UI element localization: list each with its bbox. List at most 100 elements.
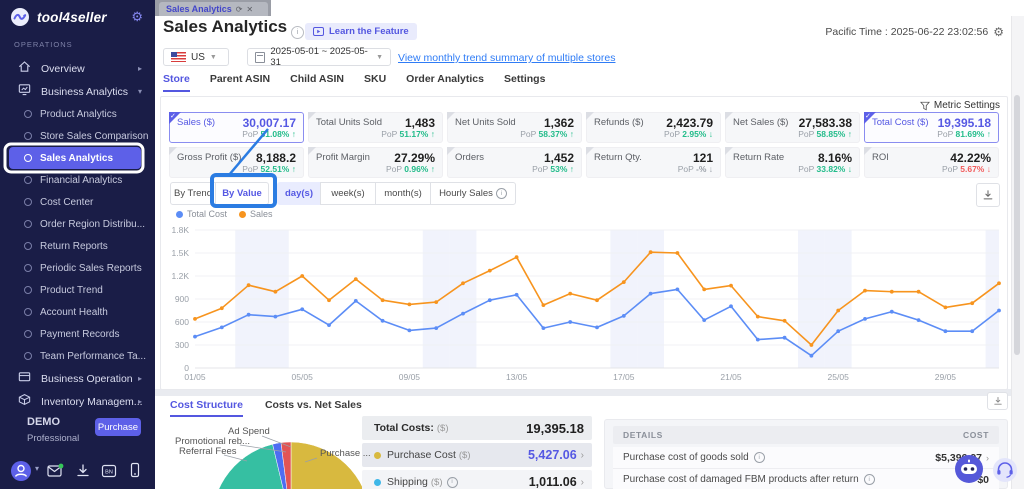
mode-button-by-trend[interactable]: By Trend bbox=[170, 182, 216, 205]
metric-card-net-sales[interactable]: Net Sales ($) 27,583.38 PoP 58.85% ↑ bbox=[725, 112, 860, 143]
data-point[interactable] bbox=[514, 292, 519, 297]
chevron-down-icon[interactable]: ▾ bbox=[35, 464, 39, 473]
chart-download-button[interactable] bbox=[976, 183, 1000, 207]
data-point[interactable] bbox=[487, 298, 492, 303]
sidebar-item-team-performance-ta[interactable]: Team Performance Ta... bbox=[0, 345, 155, 367]
data-point[interactable] bbox=[219, 325, 224, 330]
data-point[interactable] bbox=[246, 283, 251, 288]
data-point[interactable] bbox=[461, 281, 465, 286]
cost-download-button[interactable] bbox=[987, 392, 1008, 410]
metric-card-profit-margin[interactable]: Profit Margin 27.29% PoP 0.96% ↑ bbox=[308, 147, 443, 178]
sidebar-item-product-analytics[interactable]: Product Analytics bbox=[0, 103, 155, 125]
data-point[interactable] bbox=[327, 298, 331, 303]
data-point[interactable] bbox=[782, 318, 787, 323]
detail-row-purchase-cost-of-damaged-fbm-products-after-return[interactable]: Purchase cost of damaged FBM products af… bbox=[613, 469, 999, 489]
cost-row-purchase-cost[interactable]: Purchase Cost ($) 5,427.06 › bbox=[362, 443, 592, 467]
sidebar-item-cost-center[interactable]: Cost Center bbox=[0, 191, 155, 213]
sidebar-item-store-sales-comparison[interactable]: Store Sales Comparison bbox=[0, 125, 155, 147]
scrollbar-thumb[interactable] bbox=[1014, 95, 1020, 355]
legend-item-sales[interactable]: Sales bbox=[239, 209, 273, 219]
metric-settings-button[interactable]: Metric Settings bbox=[919, 100, 1000, 111]
data-point[interactable] bbox=[541, 326, 546, 330]
metric-card-roi[interactable]: ROI 42.22% PoP 5.67% ↓ bbox=[864, 147, 999, 178]
data-point[interactable] bbox=[193, 334, 197, 339]
sidebar-item-business-analytics[interactable]: Business Analytics ▾ bbox=[0, 80, 155, 103]
data-point[interactable] bbox=[193, 317, 197, 321]
marketplace-select[interactable]: US ▼ bbox=[163, 48, 229, 66]
data-point[interactable] bbox=[380, 298, 385, 303]
data-point[interactable] bbox=[621, 314, 626, 318]
date-range-select[interactable]: 2025-05-01 ~ 2025-05-31 ▼ bbox=[247, 46, 391, 68]
mail-icon[interactable] bbox=[46, 462, 64, 480]
monthly-trend-link[interactable]: View monthly trend summary of multiple s… bbox=[398, 52, 615, 64]
data-point[interactable] bbox=[273, 289, 278, 294]
data-point[interactable] bbox=[461, 311, 465, 316]
data-point[interactable] bbox=[487, 268, 492, 273]
sidebar-item-business-operation[interactable]: Business Operation ▸ bbox=[0, 367, 155, 390]
download-app-icon[interactable] bbox=[74, 462, 92, 480]
data-point[interactable] bbox=[970, 301, 975, 306]
close-icon[interactable]: ✕ bbox=[246, 5, 253, 14]
data-point[interactable] bbox=[541, 303, 546, 307]
support-headset-icon[interactable] bbox=[992, 457, 1018, 483]
metric-card-total-cost[interactable]: ✓ Total Cost ($) 19,395.18 PoP 81.69% ↑ bbox=[864, 112, 999, 143]
cost-row-shipping[interactable]: Shipping ($) i 1,011.06 › bbox=[362, 470, 592, 489]
metric-card-total-units-sold[interactable]: Total Units Sold 1,483 PoP 51.17% ↑ bbox=[308, 112, 443, 143]
data-point[interactable] bbox=[300, 307, 305, 312]
metric-card-gross-profit[interactable]: Gross Profit ($) 8,188.2 PoP 52.51% ↑ bbox=[169, 147, 304, 178]
detail-row-purchase-cost-of-goods-sold[interactable]: Purchase cost of goods sold i $5,396.97 › bbox=[613, 447, 999, 469]
sidebar-item-return-reports[interactable]: Return Reports bbox=[0, 235, 155, 257]
data-point[interactable] bbox=[702, 287, 707, 292]
sidebar-item-product-trend[interactable]: Product Trend bbox=[0, 279, 155, 301]
cost-row-total-costs[interactable]: Total Costs: ($) 19,395.18 bbox=[362, 416, 592, 440]
data-point[interactable] bbox=[809, 353, 814, 358]
mode-button-by-value[interactable]: By Value bbox=[215, 182, 269, 205]
data-point[interactable] bbox=[755, 314, 760, 319]
data-point[interactable] bbox=[863, 288, 867, 293]
tab-costs-vs-net-sales[interactable]: Costs vs. Net Sales bbox=[265, 399, 362, 417]
granularity-button-week-s[interactable]: week(s) bbox=[320, 182, 376, 205]
data-point[interactable] bbox=[595, 298, 599, 303]
data-point[interactable] bbox=[943, 305, 948, 310]
sidebar-item-overview[interactable]: Overview ▸ bbox=[0, 57, 155, 80]
tab-child-asin[interactable]: Child ASIN bbox=[290, 73, 344, 92]
info-icon[interactable]: i bbox=[291, 26, 304, 39]
data-point[interactable] bbox=[729, 283, 733, 288]
sidebar-item-order-region-distribu[interactable]: Order Region Distribu... bbox=[0, 213, 155, 235]
trend-line-chart[interactable]: 03006009001.2K1.5K1.8K01/05 05/05 09/05 13/… bbox=[161, 222, 1007, 386]
tab-parent-asin[interactable]: Parent ASIN bbox=[210, 73, 270, 92]
time-settings-gear-icon[interactable]: ⚙ bbox=[993, 25, 1004, 39]
data-point[interactable] bbox=[675, 251, 680, 255]
data-point[interactable] bbox=[889, 289, 894, 294]
metric-card-return-rate[interactable]: Return Rate 8.16% PoP 33.82% ↓ bbox=[725, 147, 860, 178]
purchase-button[interactable]: Purchase bbox=[95, 418, 141, 436]
sidebar-item-payment-records[interactable]: Payment Records bbox=[0, 323, 155, 345]
data-point[interactable] bbox=[273, 314, 278, 319]
legend-item-total-cost[interactable]: Total Cost bbox=[176, 209, 227, 219]
granularity-button-month-s[interactable]: month(s) bbox=[375, 182, 431, 205]
data-point[interactable] bbox=[782, 335, 787, 340]
granularity-button-day-s[interactable]: day(s) bbox=[277, 182, 321, 205]
granularity-button-hourly-sales[interactable]: Hourly Sales i bbox=[430, 182, 516, 205]
metric-card-sales[interactable]: ✓ Sales ($) 30,007.17 PoP 51.08% ↑ bbox=[169, 112, 304, 143]
data-point[interactable] bbox=[648, 291, 653, 296]
data-point[interactable] bbox=[836, 329, 841, 334]
data-point[interactable] bbox=[434, 300, 439, 304]
data-point[interactable] bbox=[353, 277, 358, 281]
sidebar-item-sales-analytics[interactable]: Sales Analytics bbox=[9, 147, 141, 169]
metric-card-orders[interactable]: Orders 1,452 PoP 53% ↑ bbox=[447, 147, 582, 178]
metric-card-net-units-sold[interactable]: Net Units Sold 1,362 PoP 58.37% ↑ bbox=[447, 112, 582, 143]
data-point[interactable] bbox=[568, 320, 573, 324]
tab-store[interactable]: Store bbox=[163, 73, 190, 92]
browser-tab[interactable]: Sales Analytics ⟳ ✕ bbox=[159, 2, 268, 16]
data-point[interactable] bbox=[970, 329, 975, 334]
data-point[interactable] bbox=[514, 255, 519, 260]
data-point[interactable] bbox=[863, 317, 867, 321]
ai-assistant-icon[interactable] bbox=[953, 453, 985, 485]
sidebar-item-periodic-sales-reports[interactable]: Periodic Sales Reports bbox=[0, 257, 155, 279]
data-point[interactable] bbox=[755, 337, 760, 342]
data-point[interactable] bbox=[836, 308, 841, 313]
data-point[interactable] bbox=[648, 250, 653, 255]
tab-sku[interactable]: SKU bbox=[364, 73, 386, 92]
tab-settings[interactable]: Settings bbox=[504, 73, 545, 92]
